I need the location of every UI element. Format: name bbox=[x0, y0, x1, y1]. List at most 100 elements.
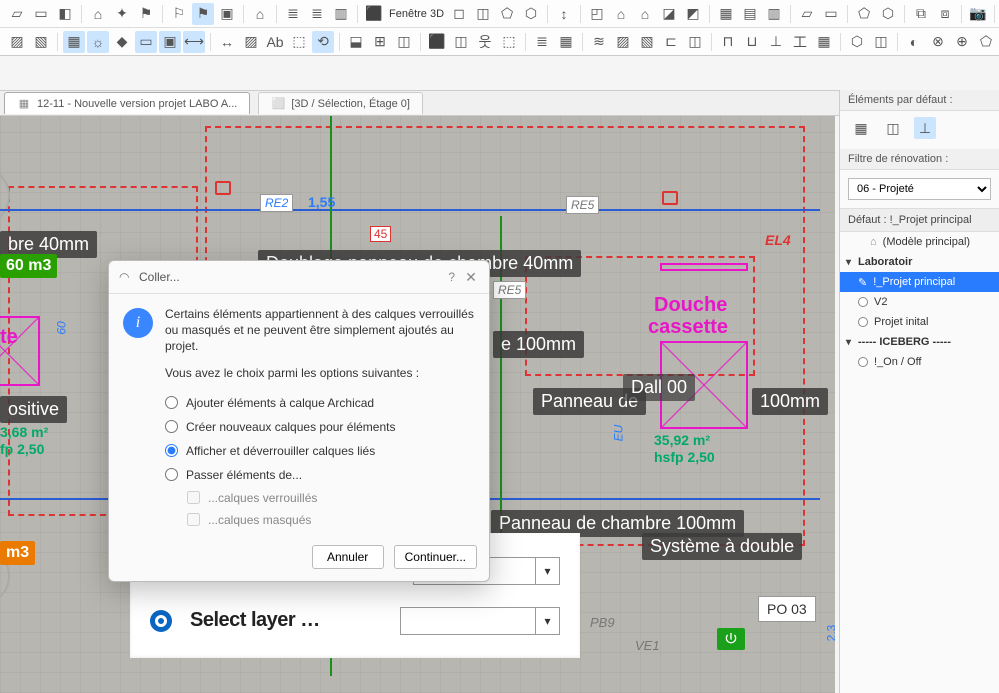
tool-generic-icon[interactable]: ⌂ bbox=[87, 3, 109, 25]
tool-rotate-icon[interactable]: ⟲ bbox=[312, 31, 334, 53]
tool-generic-icon[interactable]: ⬠ bbox=[975, 31, 997, 53]
layer-combo[interactable]: ▾ bbox=[400, 607, 560, 635]
combo-field[interactable] bbox=[401, 608, 535, 634]
tool-column-icon[interactable]: ⊥ bbox=[765, 31, 787, 53]
group-iceberg[interactable]: ▾ ----- ICEBERG ----- bbox=[840, 332, 999, 352]
tool-generic-icon[interactable]: ▥ bbox=[330, 3, 352, 25]
option-skip-elements[interactable]: Passer éléments de... bbox=[165, 463, 475, 487]
radio-input[interactable] bbox=[165, 444, 178, 457]
tool-generic-icon[interactable]: ⊓ bbox=[717, 31, 739, 53]
tool-grid-icon[interactable]: ▦ bbox=[813, 31, 835, 53]
tool-hatch-icon[interactable]: ▨ bbox=[612, 31, 634, 53]
tool-generic-icon[interactable]: ⊗ bbox=[927, 31, 949, 53]
option-v2[interactable]: V2 bbox=[840, 292, 999, 312]
radio-input[interactable] bbox=[165, 468, 178, 481]
tool-generic-icon[interactable]: ▭ bbox=[820, 3, 842, 25]
tool-flag-active-icon[interactable]: ⚑ bbox=[192, 3, 214, 25]
tool-generic-icon[interactable]: ▣ bbox=[216, 3, 238, 25]
tool-camera-icon[interactable]: 📷 bbox=[967, 3, 989, 25]
cancel-button[interactable]: Annuler bbox=[312, 545, 384, 569]
tool-cube-icon[interactable]: ⬛ bbox=[363, 3, 385, 25]
tool-cube-icon[interactable]: ◫ bbox=[472, 3, 494, 25]
tool-crop-icon[interactable]: ⬚ bbox=[288, 31, 310, 53]
sub-hidden-layers[interactable]: ...calques masqués bbox=[165, 509, 475, 531]
tool-cube-icon[interactable]: ◻ bbox=[448, 3, 470, 25]
tab-3d[interactable]: ⬜ [3D / Sélection, Étage 0] bbox=[258, 92, 423, 114]
tool-hatch-icon[interactable]: ▧ bbox=[636, 31, 658, 53]
tool-generic-icon[interactable]: ⌂ bbox=[634, 3, 656, 25]
tool-generic-icon[interactable]: ✦ bbox=[111, 3, 133, 25]
tool-cube-icon[interactable]: ⬛ bbox=[426, 31, 448, 53]
tool-generic-icon[interactable]: ⚑ bbox=[135, 3, 157, 25]
tool-text-icon[interactable]: Ab bbox=[264, 31, 286, 53]
tool-door-icon[interactable]: ⬓ bbox=[345, 31, 367, 53]
tool-generic-icon[interactable]: ⬡ bbox=[877, 3, 899, 25]
tool-window-icon[interactable]: ⊞ bbox=[369, 31, 391, 53]
option-on-off[interactable]: !_On / Off bbox=[840, 352, 999, 372]
tool-generic-icon[interactable]: ◫ bbox=[870, 31, 892, 53]
tool-generic-icon[interactable]: ▥ bbox=[763, 3, 785, 25]
tool-generic-icon[interactable]: ◫ bbox=[393, 31, 415, 53]
tool-generic-icon[interactable]: ⌂ bbox=[610, 3, 632, 25]
tool-generic-icon[interactable]: ⧈ bbox=[934, 3, 956, 25]
tool-arrow-icon[interactable]: ↕ bbox=[553, 3, 575, 25]
model-principal-row[interactable]: ⌂ (Modèle principal) bbox=[840, 232, 999, 252]
continue-button[interactable]: Continuer... bbox=[394, 545, 477, 569]
tool-stack-icon[interactable]: ≋ bbox=[588, 31, 610, 53]
tool-generic-icon[interactable]: ◆ bbox=[111, 31, 133, 53]
tool-flag-icon[interactable]: ⚐ bbox=[168, 3, 190, 25]
slab-default-icon[interactable]: ◫ bbox=[882, 117, 904, 139]
tool-generic-icon[interactable]: ⬠ bbox=[853, 3, 875, 25]
option-add-to-layer[interactable]: Ajouter éléments à calque Archicad bbox=[165, 391, 475, 415]
tool-generic-icon[interactable]: ▤ bbox=[739, 3, 761, 25]
tool-beam-icon[interactable]: 工 bbox=[789, 31, 811, 53]
group-lab[interactable]: ▾ Laboratoir bbox=[840, 252, 999, 272]
sub-locked-layers[interactable]: ...calques verrouillés bbox=[165, 487, 475, 509]
tool-person-icon[interactable]: 웃 bbox=[474, 31, 496, 53]
tool-axo-icon[interactable]: ⬠ bbox=[496, 3, 518, 25]
column-default-icon[interactable]: ⊥ bbox=[914, 117, 936, 139]
option-create-layers[interactable]: Créer nouveaux calques pour éléments bbox=[165, 415, 475, 439]
option-unlock-layers[interactable]: Afficher et déverrouiller calques liés bbox=[165, 439, 475, 463]
tool-ruler-icon[interactable]: ⟷ bbox=[183, 31, 205, 53]
tool-layer-icon[interactable]: ≣ bbox=[531, 31, 553, 53]
tool-generic-icon[interactable]: ◪ bbox=[658, 3, 680, 25]
tool-generic-icon[interactable]: ▭ bbox=[30, 3, 52, 25]
checkbox-input[interactable] bbox=[187, 513, 200, 526]
chevron-down-icon[interactable]: ▾ bbox=[535, 608, 559, 634]
tool-layer-icon[interactable]: ≣ bbox=[282, 3, 304, 25]
tab-plan[interactable]: ▦ 12-11 - Nouvelle version projet LABO A… bbox=[4, 92, 250, 114]
tool-generic-icon[interactable]: ⊔ bbox=[741, 31, 763, 53]
tool-wall-icon[interactable]: ⊏ bbox=[660, 31, 682, 53]
tool-generic-icon[interactable]: ◩ bbox=[682, 3, 704, 25]
close-icon[interactable]: ✕ bbox=[463, 269, 479, 285]
tool-generic-icon[interactable]: ◧ bbox=[54, 3, 76, 25]
tool-dim-icon[interactable]: ↔ bbox=[216, 31, 238, 53]
radio-input[interactable] bbox=[165, 420, 178, 433]
tool-generic-icon[interactable]: ◐ bbox=[903, 31, 925, 53]
radio-input[interactable] bbox=[165, 396, 178, 409]
tool-select-icon[interactable]: ▣ bbox=[159, 31, 181, 53]
tool-hatch-icon[interactable]: ▨ bbox=[6, 31, 28, 53]
help-icon[interactable]: ? bbox=[448, 270, 455, 284]
chevron-down-icon[interactable]: ▾ bbox=[535, 558, 559, 584]
tool-generic-icon[interactable]: ⬡ bbox=[846, 31, 868, 53]
tool-hatch-active-icon[interactable]: ▦ bbox=[63, 31, 85, 53]
tool-home-icon[interactable]: ⌂ bbox=[249, 3, 271, 25]
tool-generic-icon[interactable]: ▱ bbox=[6, 3, 28, 25]
wall-default-icon[interactable]: ▦ bbox=[850, 117, 872, 139]
option-projet-inital[interactable]: Projet inital bbox=[840, 312, 999, 332]
renovation-filter-select[interactable]: 06 - Projeté bbox=[848, 178, 991, 200]
tool-generic-icon[interactable]: ⬚ bbox=[498, 31, 520, 53]
tool-hatch-icon[interactable]: ▨ bbox=[240, 31, 262, 53]
tool-hatch-icon[interactable]: ▧ bbox=[30, 31, 52, 53]
tool-grid-icon[interactable]: ▦ bbox=[555, 31, 577, 53]
tool-generic-icon[interactable]: ◫ bbox=[684, 31, 706, 53]
checkbox-input[interactable] bbox=[187, 491, 200, 504]
tool-layer-icon[interactable]: ≣ bbox=[306, 3, 328, 25]
tool-generic-icon[interactable]: ▦ bbox=[715, 3, 737, 25]
tool-persp-icon[interactable]: ⬡ bbox=[520, 3, 542, 25]
tool-select-icon[interactable]: ▭ bbox=[135, 31, 157, 53]
tool-generic-icon[interactable]: ◰ bbox=[586, 3, 608, 25]
tool-sun-icon[interactable]: ☼ bbox=[87, 31, 109, 53]
